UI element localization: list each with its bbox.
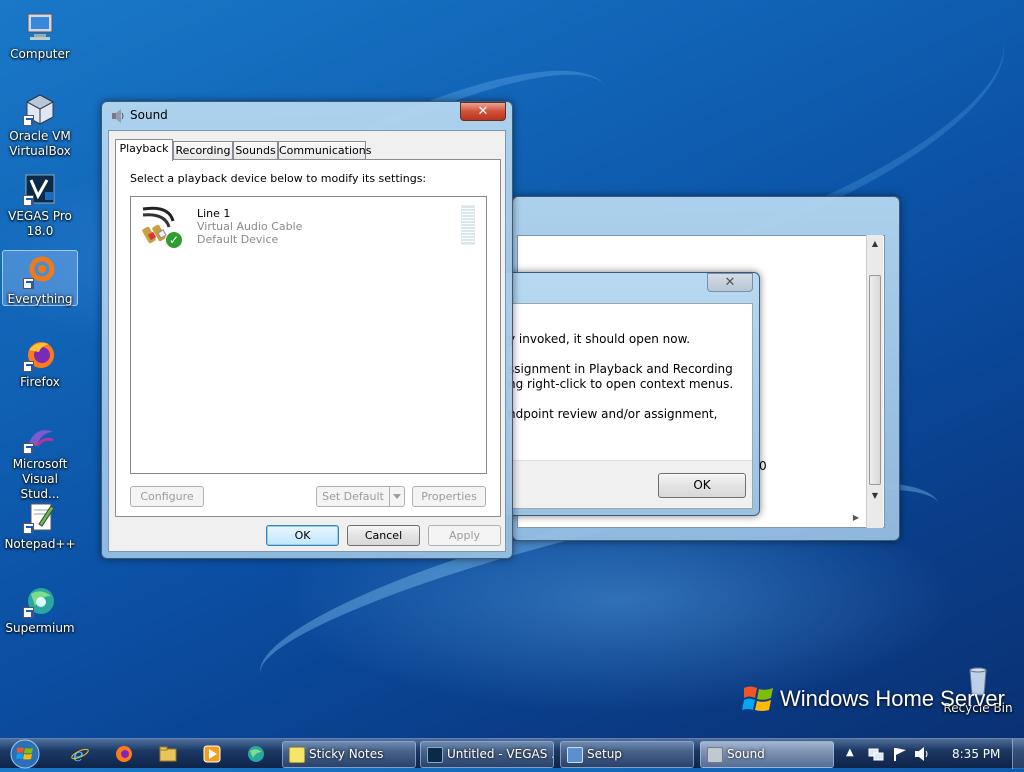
desktop-icon-label: Computer xyxy=(10,47,70,61)
visual-studio-icon xyxy=(23,420,57,454)
message-dialog-body: y invoked, it should open now. ssignment… xyxy=(507,303,753,509)
scrollbar-thumb[interactable] xyxy=(869,275,881,485)
apply-button[interactable]: Apply xyxy=(428,525,501,546)
show-desktop-button[interactable] xyxy=(1012,739,1024,769)
sound-dialog[interactable]: Sound ✕ Playback Recording Sounds Commun… xyxy=(101,101,513,559)
cancel-button[interactable]: Cancel xyxy=(347,525,420,546)
set-default-button[interactable]: Set Default xyxy=(316,486,390,507)
windows-home-server-branding: Windows Home Server xyxy=(780,686,1005,711)
internet-explorer-icon[interactable]: e xyxy=(70,744,90,766)
action-center-flag-icon[interactable] xyxy=(892,746,908,762)
properties-button[interactable]: Properties xyxy=(412,486,486,507)
message-line: ssignment in Playback and Recording xyxy=(508,362,733,376)
playback-tab-page: Select a playback device below to modify… xyxy=(115,159,501,517)
vegas-pro-icon xyxy=(23,172,57,206)
desktop-icon-firefox[interactable]: Firefox xyxy=(2,334,78,390)
taskbar-button-sticky-notes[interactable]: Sticky Notes xyxy=(282,741,416,768)
device-name: Line 1 xyxy=(197,207,231,220)
tab-communications[interactable]: Communications xyxy=(278,141,371,160)
tab-sounds[interactable]: Sounds xyxy=(233,141,278,160)
desktop-icon-virtualbox[interactable]: Oracle VM VirtualBox xyxy=(2,88,78,159)
tab-strip: Playback Recording Sounds Communications xyxy=(115,139,501,161)
desktop-icon-notepad-plus-plus[interactable]: Notepad++ xyxy=(2,496,78,552)
instruction-text: Select a playback device below to modify… xyxy=(130,172,427,185)
computer-icon xyxy=(23,10,57,44)
show-hidden-icons-chevron-icon[interactable]: ▲ xyxy=(846,747,854,758)
message-line: ndpoint review and/or assignment, xyxy=(508,407,718,421)
message-dialog[interactable]: ✕ y invoked, it should open now. ssignme… xyxy=(500,272,767,516)
system-clock[interactable]: 8:35 PM xyxy=(952,747,1000,761)
file-explorer-icon[interactable] xyxy=(158,744,178,764)
speaker-icon xyxy=(110,108,126,124)
virtualbox-icon xyxy=(23,92,57,126)
svg-text:e: e xyxy=(73,745,84,764)
tab-recording[interactable]: Recording xyxy=(173,141,233,160)
network-icon[interactable] xyxy=(868,746,884,762)
device-status: Default Device xyxy=(197,233,279,246)
vegas-pro-taskbar-icon xyxy=(427,747,443,763)
desktop-icon-label: Supermium xyxy=(5,621,75,635)
desktop-icon-label: Notepad++ xyxy=(4,537,76,551)
desktop-icon-label: VEGAS Pro 18.0 xyxy=(8,209,72,238)
chevron-down-icon xyxy=(393,494,401,499)
message-dialog-footer: OK xyxy=(508,460,752,508)
message-line: y invoked, it should open now. xyxy=(508,332,691,346)
firefox-icon xyxy=(23,338,57,372)
media-player-icon[interactable] xyxy=(202,744,222,764)
desktop-icon-everything[interactable]: Everything xyxy=(2,250,78,306)
everything-search-icon xyxy=(23,255,57,289)
device-item[interactable]: ✓ Line 1 Virtual Audio Cable Default Dev… xyxy=(133,199,484,253)
notepad-plus-plus-icon xyxy=(23,500,57,534)
volume-icon[interactable] xyxy=(914,746,930,762)
default-device-check-icon: ✓ xyxy=(165,231,183,249)
desktop-icon-vegas-pro[interactable]: VEGAS Pro 18.0 xyxy=(2,168,78,239)
taskbar-button-label: Sound xyxy=(727,747,765,761)
taskbar-button-label: Setup xyxy=(587,747,622,761)
desktop-icon-label: Firefox xyxy=(20,375,60,389)
start-button[interactable] xyxy=(8,739,42,769)
dialog-title: Sound xyxy=(130,108,168,122)
scroll-up-arrow-icon[interactable]: ▲ xyxy=(867,239,883,248)
close-button[interactable]: ✕ xyxy=(460,102,506,121)
taskbar-button-vegas[interactable]: Untitled - VEGAS ... xyxy=(420,741,554,768)
message-text: y invoked, it should open now. ssignment… xyxy=(508,332,744,422)
taskbar-button-label: Sticky Notes xyxy=(309,747,384,761)
desktop-icon-computer[interactable]: Computer xyxy=(2,6,78,62)
desktop-icon-label: Everything xyxy=(7,292,73,306)
message-line: ng right-click to open context menus. xyxy=(508,377,734,391)
device-description: Virtual Audio Cable xyxy=(197,220,303,233)
vertical-scrollbar[interactable]: ▲ ▼ xyxy=(866,235,883,528)
tab-playback[interactable]: Playback xyxy=(115,139,173,161)
desktop-icon-visual-studio[interactable]: Microsoft Visual Stud... xyxy=(2,416,78,502)
desktop-icon-label: Oracle VM VirtualBox xyxy=(9,129,71,158)
taskbar: e Sticky Notes Untitled - VEGAS ... Setu… xyxy=(0,738,1024,769)
message-ok-button[interactable]: OK xyxy=(658,473,746,498)
scroll-right-arrow-icon[interactable]: ▶ xyxy=(853,513,859,522)
speaker-taskbar-icon xyxy=(707,747,723,763)
firefox-taskbar-icon[interactable] xyxy=(114,744,134,764)
audio-cable-icon: ✓ xyxy=(139,203,187,251)
desktop-icon-supermium[interactable]: Supermium xyxy=(2,580,78,636)
set-default-dropdown[interactable] xyxy=(389,486,405,507)
sound-dialog-client: Playback Recording Sounds Communications… xyxy=(108,130,506,552)
windows-logo-icon xyxy=(742,682,776,716)
taskbar-button-setup[interactable]: Setup xyxy=(560,741,694,768)
taskbar-button-sound[interactable]: Sound xyxy=(700,741,834,768)
device-list[interactable]: ✓ Line 1 Virtual Audio Cable Default Dev… xyxy=(130,196,487,474)
configure-button[interactable]: Configure xyxy=(130,486,204,507)
supermium-icon xyxy=(23,584,57,618)
supermium-taskbar-icon[interactable] xyxy=(246,744,266,764)
sticky-notes-icon xyxy=(289,747,305,763)
setup-icon xyxy=(567,747,583,763)
scroll-down-arrow-icon[interactable]: ▼ xyxy=(867,491,883,500)
taskbar-button-label: Untitled - VEGAS ... xyxy=(447,747,554,761)
ok-button[interactable]: OK xyxy=(266,525,339,546)
message-dialog-close-button[interactable]: ✕ xyxy=(707,273,753,292)
volume-meter xyxy=(461,205,475,245)
partial-text: 0 xyxy=(759,459,767,473)
